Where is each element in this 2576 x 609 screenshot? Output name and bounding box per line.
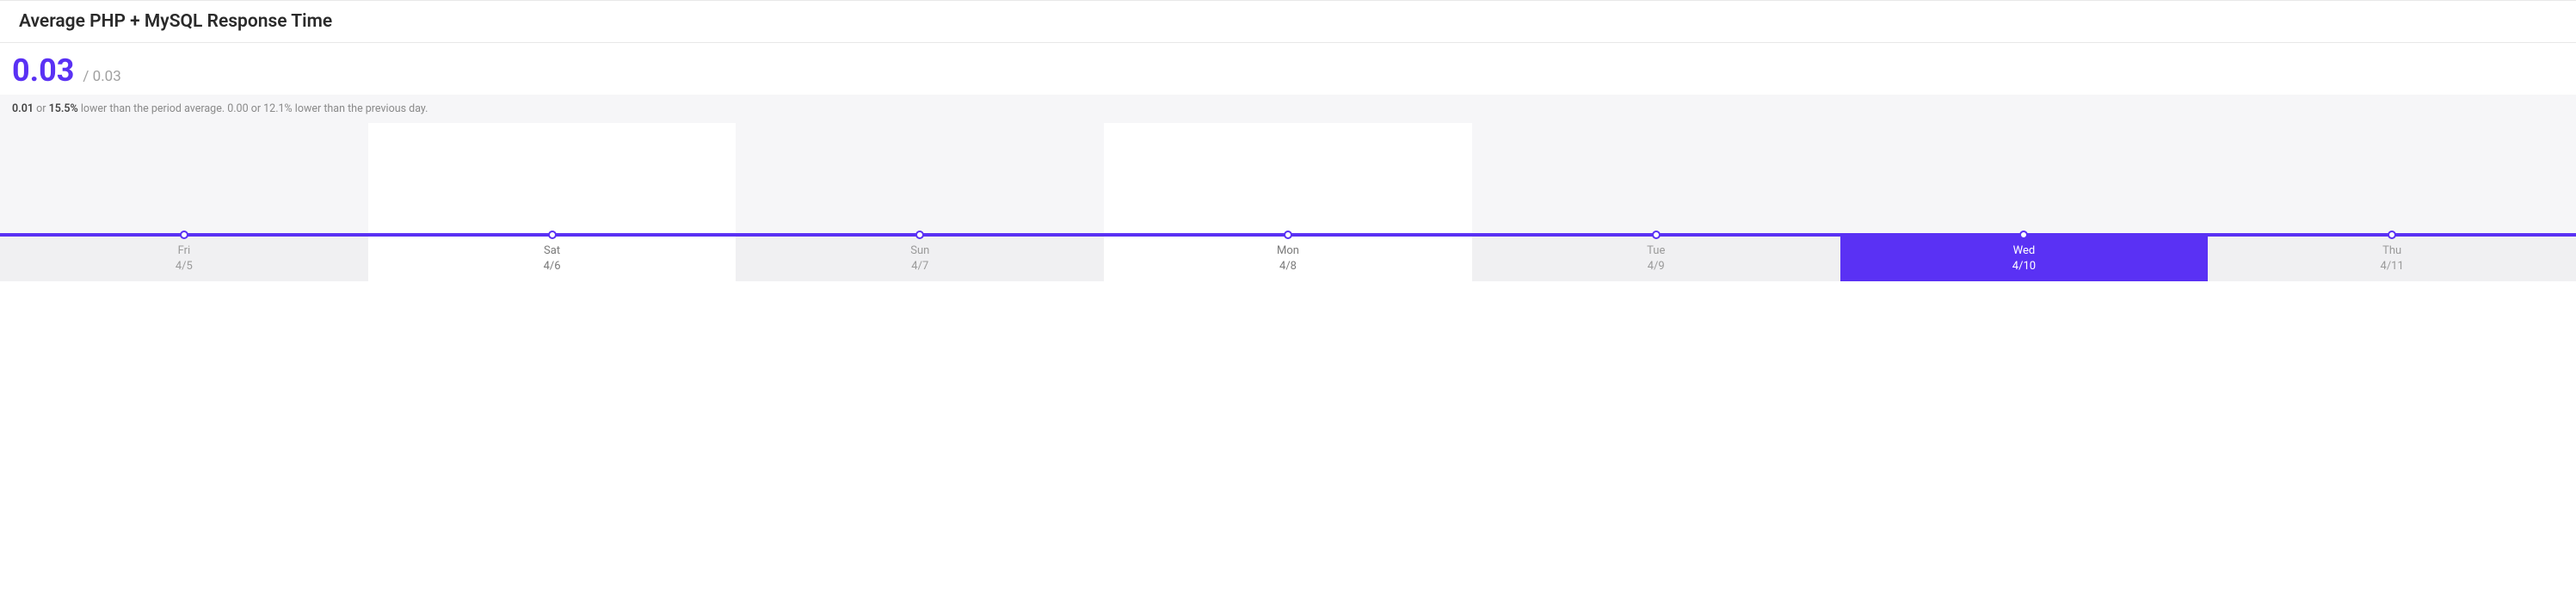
chart-data-point (2019, 231, 2028, 239)
axis-date-label: 4/10 (2012, 259, 2036, 274)
axis-day-label: Wed (2013, 243, 2036, 259)
chart-column (1104, 123, 1472, 237)
axis-date-label: 4/9 (1648, 259, 1665, 274)
chart-area (0, 123, 2576, 237)
chart-columns (0, 123, 2576, 237)
chart-data-point (180, 231, 188, 239)
chart-data-point (1652, 231, 1661, 239)
axis-day-label: Sun (910, 243, 929, 259)
response-time-widget: Average PHP + MySQL Response Time 0.03 /… (0, 0, 2576, 281)
axis-day-button[interactable]: Fri4/5 (0, 237, 368, 281)
widget-header: Average PHP + MySQL Response Time (0, 0, 2576, 43)
axis-day-label: Mon (1277, 243, 1299, 259)
chart-column (736, 123, 1104, 237)
widget-title: Average PHP + MySQL Response Time (19, 11, 2557, 32)
summary-value-2: 15.5% (49, 102, 78, 115)
summary-text: 0.01 or 15.5% lower than the period aver… (0, 95, 2576, 123)
summary-text-2: lower than the period average. 0.00 or 1… (78, 102, 428, 115)
axis-day-button[interactable]: Sat4/6 (368, 237, 736, 281)
axis-date-label: 4/8 (1279, 259, 1297, 274)
chart-data-point (1284, 231, 1292, 239)
axis-day-button[interactable]: Wed4/10 (1840, 237, 2209, 281)
axis-day-label: Tue (1647, 243, 1665, 259)
x-axis: Fri4/5Sat4/6Sun4/7Mon4/8Tue4/9Wed4/10Thu… (0, 237, 2576, 281)
chart-column (1472, 123, 1840, 237)
axis-day-button[interactable]: Sun4/7 (736, 237, 1104, 281)
summary-value-1: 0.01 (12, 102, 34, 115)
chart-column (1840, 123, 2209, 237)
metric-primary-value: 0.03 (12, 55, 74, 86)
axis-date-label: 4/6 (544, 259, 561, 274)
chart-data-point (548, 231, 557, 239)
metric-secondary-value: / 0.03 (83, 68, 120, 85)
axis-day-label: Sat (544, 243, 560, 259)
chart-column (368, 123, 736, 237)
axis-date-label: 4/7 (911, 259, 928, 274)
axis-day-label: Fri (178, 243, 191, 259)
chart-data-point (2388, 231, 2396, 239)
metrics-row: 0.03 / 0.03 (0, 43, 2576, 95)
axis-date-label: 4/11 (2381, 259, 2404, 274)
chart-data-point (915, 231, 924, 239)
chart-column (2208, 123, 2576, 237)
axis-day-button[interactable]: Mon4/8 (1104, 237, 1472, 281)
axis-day-label: Thu (2382, 243, 2401, 259)
axis-day-button[interactable]: Thu4/11 (2208, 237, 2576, 281)
axis-day-button[interactable]: Tue4/9 (1472, 237, 1840, 281)
axis-date-label: 4/5 (176, 259, 193, 274)
chart-column (0, 123, 368, 237)
summary-text-1: or (34, 102, 49, 115)
